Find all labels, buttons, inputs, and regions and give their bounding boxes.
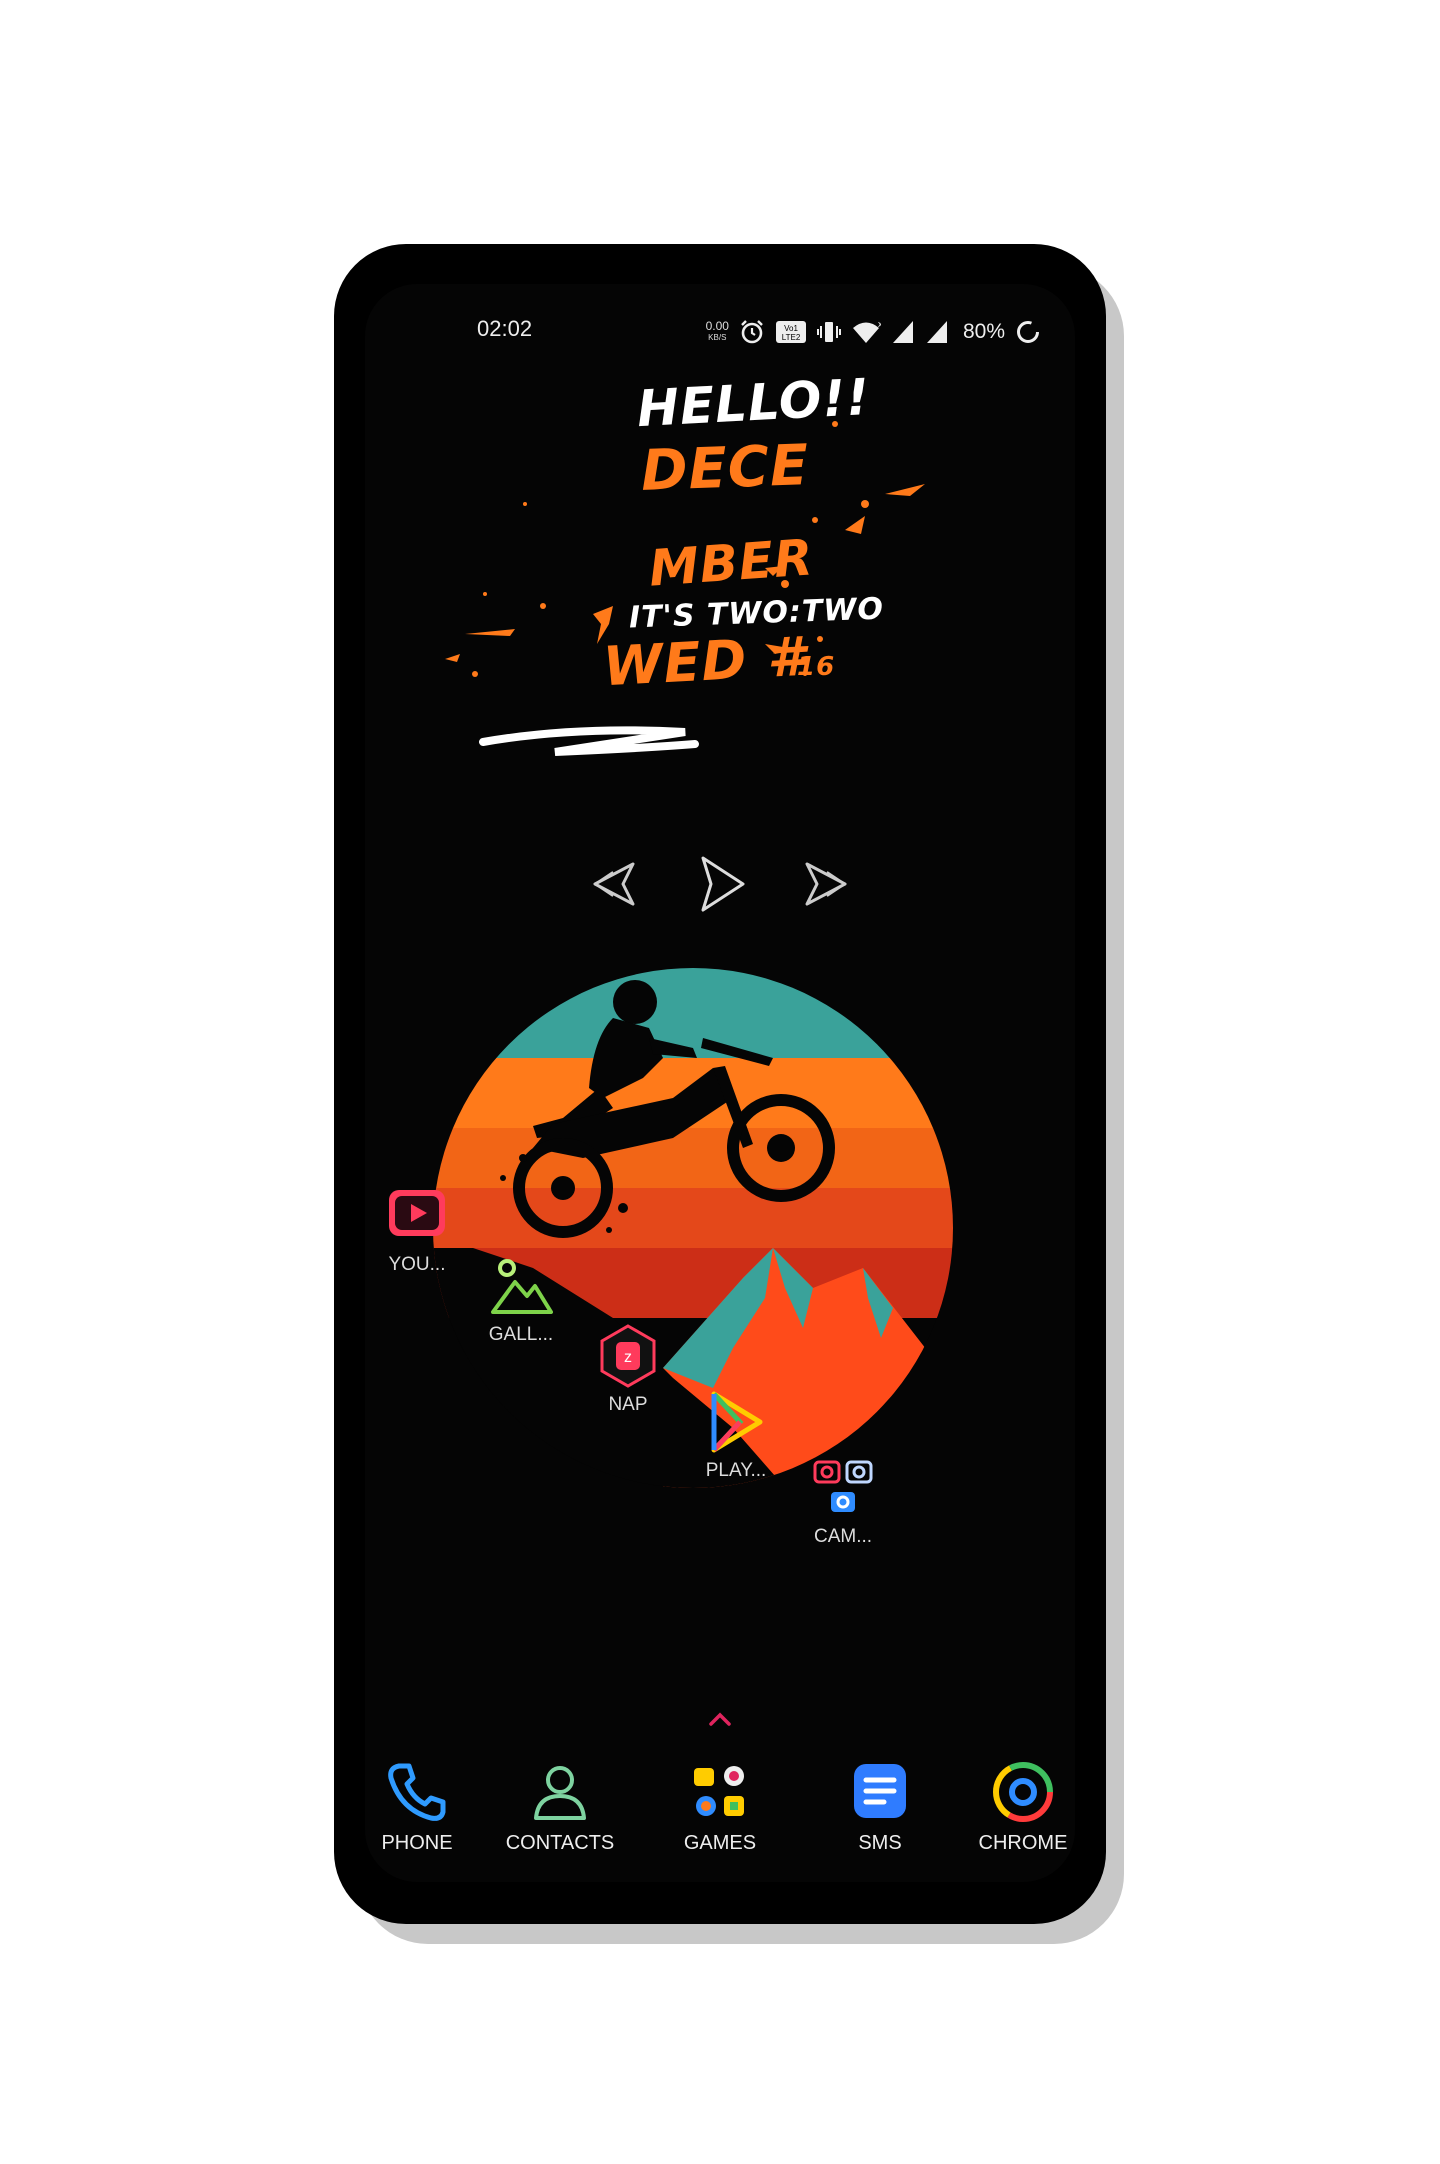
home-screen: 02:02 0.00 KB/S Vo1 LTE2 x 80% HELLO!! D… — [365, 284, 1075, 1882]
signal-2-icon — [926, 321, 947, 343]
contacts-icon — [534, 1766, 586, 1820]
net-speed-unit: KB/S — [708, 333, 727, 342]
dock-label: SMS — [858, 1832, 902, 1854]
dock: PHONE CONTACTS GAMES SMS CHROME — [365, 1760, 1075, 1870]
net-speed-value: 0.00 — [705, 319, 729, 333]
app-label: NAP — [608, 1394, 648, 1415]
battery-ring-icon — [1017, 321, 1039, 343]
app-label: CAM... — [813, 1526, 873, 1547]
widget-hello: HELLO!! — [635, 367, 872, 439]
dock-contacts[interactable]: CONTACTS — [500, 1760, 620, 1855]
dock-label: GAMES — [683, 1832, 757, 1854]
games-folder-icon — [694, 1766, 744, 1816]
chrome-icon — [993, 1762, 1053, 1822]
vibrate-icon — [816, 322, 841, 342]
svg-text:x: x — [878, 319, 881, 329]
play-icon[interactable] — [691, 854, 751, 914]
greeting-widget[interactable]: HELLO!! DECE MBER IT'S TWO:TWO WED # 16 — [365, 344, 1075, 764]
youtube-icon — [389, 1190, 445, 1236]
svg-text:z: z — [624, 1349, 632, 1366]
svg-text:Vo1: Vo1 — [784, 324, 798, 333]
alarm-icon — [741, 320, 763, 344]
dock-sms[interactable]: SMS — [820, 1760, 940, 1855]
status-time: 02:02 — [477, 316, 533, 341]
svg-text:LTE2: LTE2 — [782, 333, 801, 342]
dock-phone[interactable]: PHONE — [365, 1760, 477, 1855]
app-play-store[interactable]: PLAY... — [676, 1390, 796, 1482]
volte-icon: Vo1 LTE2 — [775, 321, 806, 343]
previous-icon[interactable] — [583, 854, 643, 914]
app-label: PLAY... — [705, 1460, 767, 1481]
play-store-icon — [711, 1391, 763, 1453]
gallery-icon — [491, 1259, 553, 1314]
widget-day-number: 16 — [797, 652, 836, 682]
app-label: GALL... — [488, 1324, 554, 1345]
widget-month-part2: MBER — [647, 528, 816, 598]
dock-label: PHONE — [381, 1832, 453, 1854]
battery-percent: 80% — [962, 320, 1005, 343]
app-nap[interactable]: z NAP — [568, 1324, 688, 1416]
app-camera-folder[interactable]: CAM... — [783, 1456, 903, 1548]
next-icon[interactable] — [797, 854, 857, 914]
dock-games[interactable]: GAMES — [660, 1760, 780, 1855]
camera-folder-icon — [813, 1460, 873, 1512]
nap-icon: z — [600, 1324, 656, 1388]
dock-label: CHROME — [978, 1832, 1068, 1854]
net-speed: 0.00 KB/S — [705, 319, 729, 343]
widget-weekday: WED # — [601, 624, 808, 699]
app-drawer-arrow-icon[interactable] — [708, 1712, 732, 1726]
dock-label: CONTACTS — [505, 1832, 615, 1854]
dock-chrome[interactable]: CHROME — [963, 1760, 1075, 1855]
widget-month-part1: DECE — [639, 433, 811, 504]
media-controls — [365, 854, 1075, 924]
sms-icon — [854, 1764, 906, 1818]
phone-icon — [388, 1763, 446, 1821]
wifi-icon: x — [852, 319, 881, 343]
signal-1-icon — [892, 321, 913, 343]
app-gallery[interactable]: GALL... — [461, 1254, 581, 1346]
